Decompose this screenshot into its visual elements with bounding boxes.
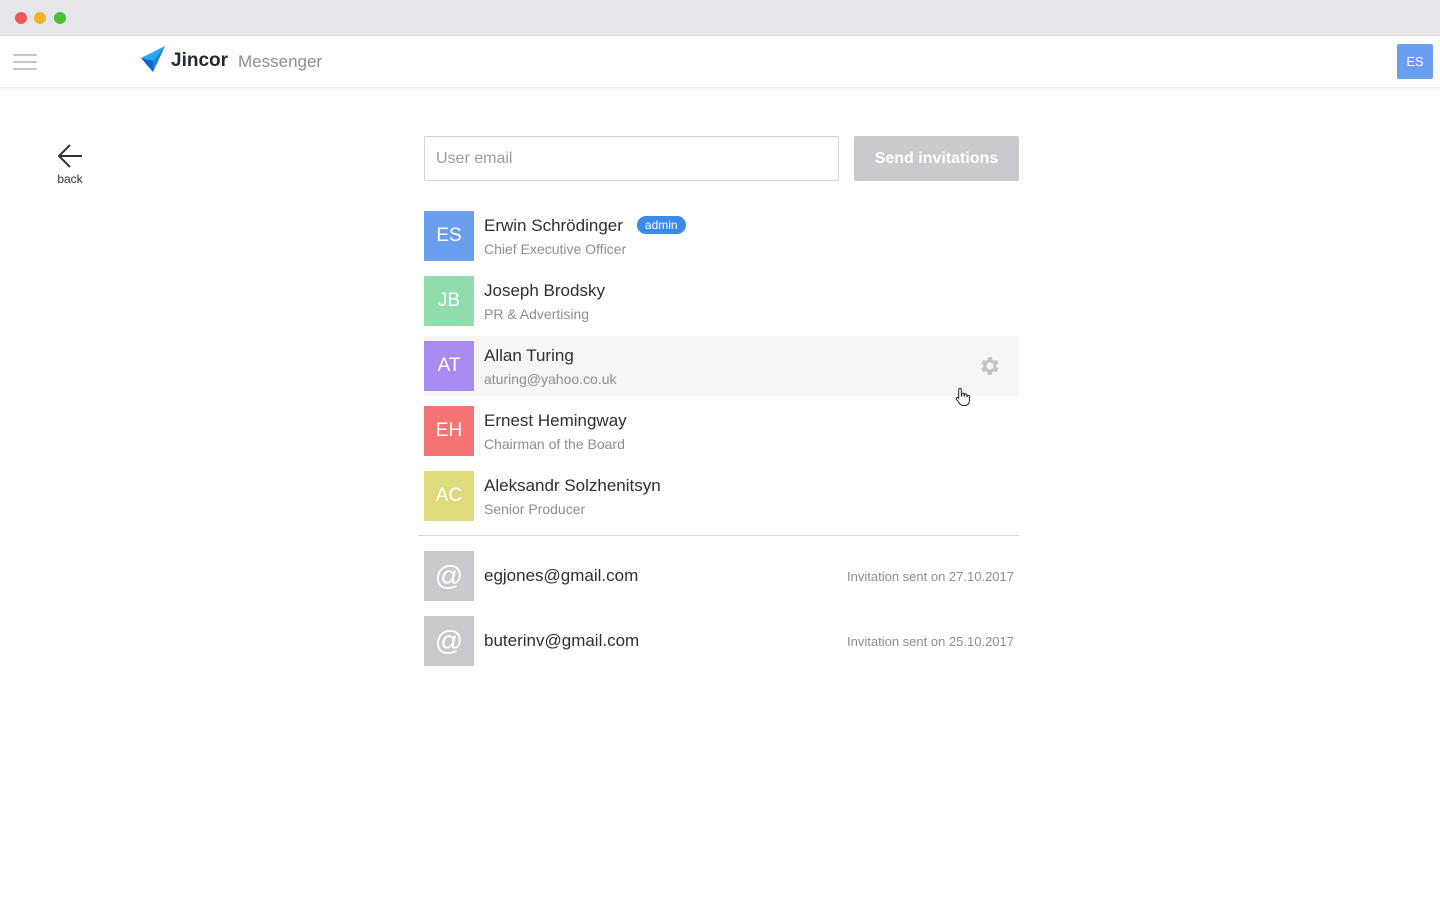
member-name: Aleksandr Solzhenitsyn xyxy=(484,476,661,495)
app-header: Jincor Messenger ES xyxy=(0,36,1440,87)
invite-email: egjones@gmail.com xyxy=(484,566,639,585)
members-list: ES Erwin Schrödinger admin Chief Executiv… xyxy=(424,206,1019,531)
member-name: Allan Turing xyxy=(484,346,574,365)
maximize-window-button[interactable] xyxy=(54,12,66,24)
member-subtitle: Senior Producer xyxy=(484,501,586,517)
at-sign-icon: @ xyxy=(424,616,474,666)
minimize-window-button[interactable] xyxy=(34,12,46,24)
member-name: Erwin Schrödinger xyxy=(484,216,623,235)
avatar: AT xyxy=(424,341,474,391)
invite-status: Invitation sent on 25.10.2017 xyxy=(847,634,1014,649)
avatar: ES xyxy=(424,211,474,261)
member-subtitle: PR & Advertising xyxy=(484,306,590,322)
admin-badge: admin xyxy=(636,216,686,234)
member-row[interactable]: JB Joseph Brodsky PR & Advertising xyxy=(424,271,1019,331)
member-subtitle: aturing@yahoo.co.uk xyxy=(484,371,617,387)
window-titlebar xyxy=(0,0,1440,36)
member-subtitle: Chief Executive Officer xyxy=(484,241,627,257)
back-label: back xyxy=(57,172,83,186)
product-name: Messenger xyxy=(238,52,323,71)
hamburger-icon[interactable] xyxy=(13,53,37,71)
at-sign-icon: @ xyxy=(424,551,474,601)
member-row[interactable]: ES Erwin Schrödinger admin Chief Executiv… xyxy=(424,206,1019,266)
back-button[interactable]: back xyxy=(50,143,90,186)
member-row[interactable]: AC Aleksandr Solzhenitsyn Senior Produce… xyxy=(424,466,1019,526)
list-divider xyxy=(418,535,1019,536)
user-avatar[interactable]: ES xyxy=(1397,44,1433,79)
member-name: Joseph Brodsky xyxy=(484,281,605,300)
member-row[interactable]: EH Ernest Hemingway Chairman of the Boar… xyxy=(424,401,1019,461)
close-window-button[interactable] xyxy=(15,12,27,24)
avatar: JB xyxy=(424,276,474,326)
arrow-left-icon xyxy=(57,144,82,168)
user-email-input[interactable] xyxy=(424,136,839,181)
member-name: Ernest Hemingway xyxy=(484,411,627,430)
invite-email: buterinv@gmail.com xyxy=(484,631,640,650)
send-invitations-button[interactable]: Send invitations xyxy=(854,136,1019,181)
member-name-line: Erwin Schrödinger admin xyxy=(484,216,686,236)
pending-invites-list: @ egjones@gmail.com Invitation sent on 2… xyxy=(424,546,1019,676)
avatar: EH xyxy=(424,406,474,456)
invite-status: Invitation sent on 27.10.2017 xyxy=(847,569,1014,584)
brand-name: Jincor xyxy=(171,50,229,71)
invite-row[interactable]: @ egjones@gmail.com Invitation sent on 2… xyxy=(424,546,1019,606)
invite-row[interactable]: @ buterinv@gmail.com Invitation sent on … xyxy=(424,611,1019,671)
jincor-logo-icon xyxy=(141,46,165,72)
gear-icon[interactable] xyxy=(977,354,1001,378)
member-subtitle: Chairman of the Board xyxy=(484,436,625,452)
member-row[interactable]: AT Allan Turing aturing@yahoo.co.uk xyxy=(424,336,1019,396)
avatar: AC xyxy=(424,471,474,521)
